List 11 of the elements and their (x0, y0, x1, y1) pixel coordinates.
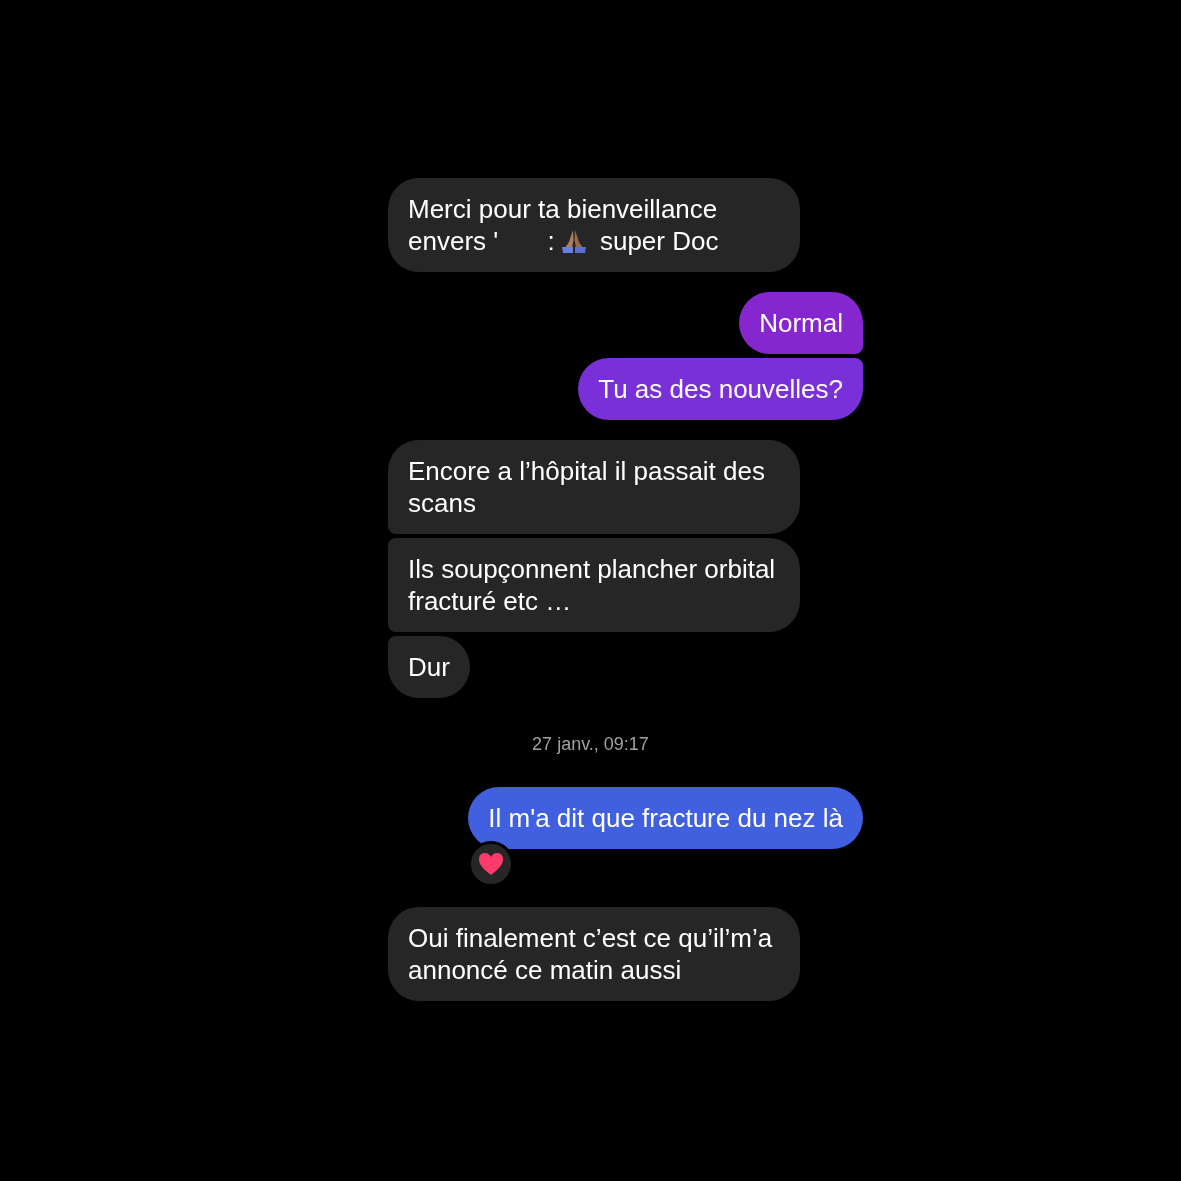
received-message: Encore a l’hôpital il passait des scans (388, 440, 800, 534)
received-message: Merci pour ta bienveillance envers ' : super Doc (388, 178, 800, 272)
praying-hands-icon (560, 228, 587, 254)
timestamp: 27 janv., 09:17 (531, 734, 650, 755)
sent-message: Tu as des nouvelles? (578, 358, 863, 420)
received-message: Oui finalement c’est ce qu’il’m’a annoncé ce matin aussi (388, 907, 800, 1001)
sent-message: Normal (739, 292, 863, 354)
sent-message: Il m'a dit que fracture du nez là (468, 787, 863, 849)
received-message: Ils soupçonnent plancher orbital fracturé etc … (388, 538, 800, 632)
heart-icon (478, 852, 505, 876)
received-message: Dur (388, 636, 470, 698)
